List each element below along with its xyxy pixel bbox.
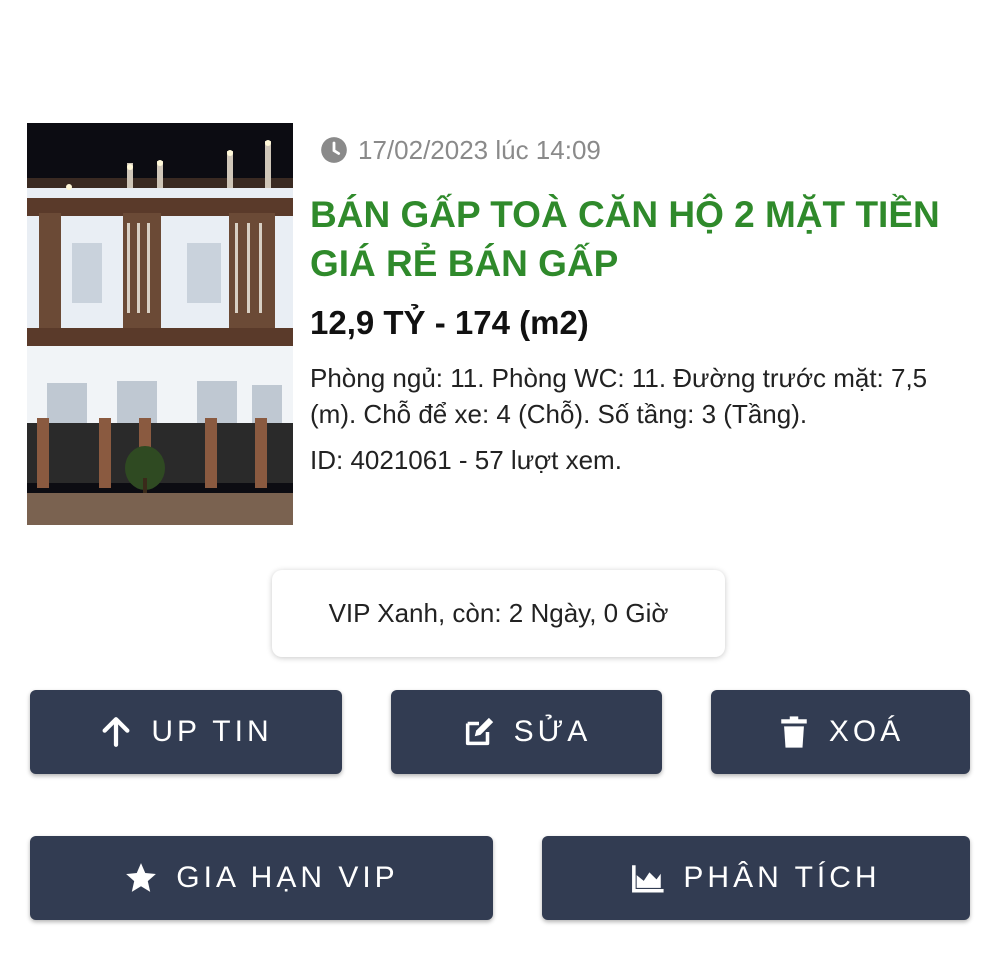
- extend-vip-label: GIA HẠN VIP: [176, 861, 399, 894]
- listing-photo[interactable]: [27, 123, 293, 525]
- listing-id-views: ID: 4021061 - 57 lượt xem.: [310, 445, 622, 475]
- analytics-label: PHÂN TÍCH: [683, 861, 881, 894]
- edit-icon: [465, 717, 493, 746]
- building-photo-illustration: [27, 123, 293, 525]
- analytics-button[interactable]: PHÂN TÍCH: [542, 836, 970, 920]
- up-tin-label: UP TIN: [151, 715, 273, 748]
- listing-info: 17/02/2023 lúc 14:09 BÁN GẤP TOÀ CĂN HỘ …: [310, 132, 970, 478]
- price-area: 12,9 TỶ - 174 (m2): [310, 304, 589, 341]
- edit-button[interactable]: SỬA: [391, 690, 662, 774]
- trash-icon: [781, 716, 807, 748]
- posted-date-row: 17/02/2023 lúc 14:09: [310, 132, 970, 168]
- listing-title[interactable]: BÁN GẤP TOÀ CĂN HỘ 2 MẶT TIỀN GIÁ RẺ BÁN…: [310, 190, 950, 288]
- delete-button[interactable]: XOÁ: [711, 690, 970, 774]
- star-icon: [126, 863, 157, 892]
- vip-status-text: VIP Xanh, còn: 2 Ngày, 0 Giờ: [328, 598, 669, 628]
- clock-icon: [321, 137, 347, 163]
- edit-label: SỬA: [513, 715, 592, 748]
- posted-datetime: 17/02/2023 lúc 14:09: [358, 134, 601, 165]
- listing-details: Phòng ngủ: 11. Phòng WC: 11. Đường trước…: [310, 363, 928, 429]
- up-tin-button[interactable]: UP TIN: [30, 690, 342, 774]
- arrow-up-icon: [102, 717, 130, 747]
- vip-status-badge: VIP Xanh, còn: 2 Ngày, 0 Giờ: [272, 570, 725, 657]
- delete-label: XOÁ: [828, 715, 905, 748]
- area-chart-icon: [632, 865, 665, 893]
- extend-vip-button[interactable]: GIA HẠN VIP: [30, 836, 493, 920]
